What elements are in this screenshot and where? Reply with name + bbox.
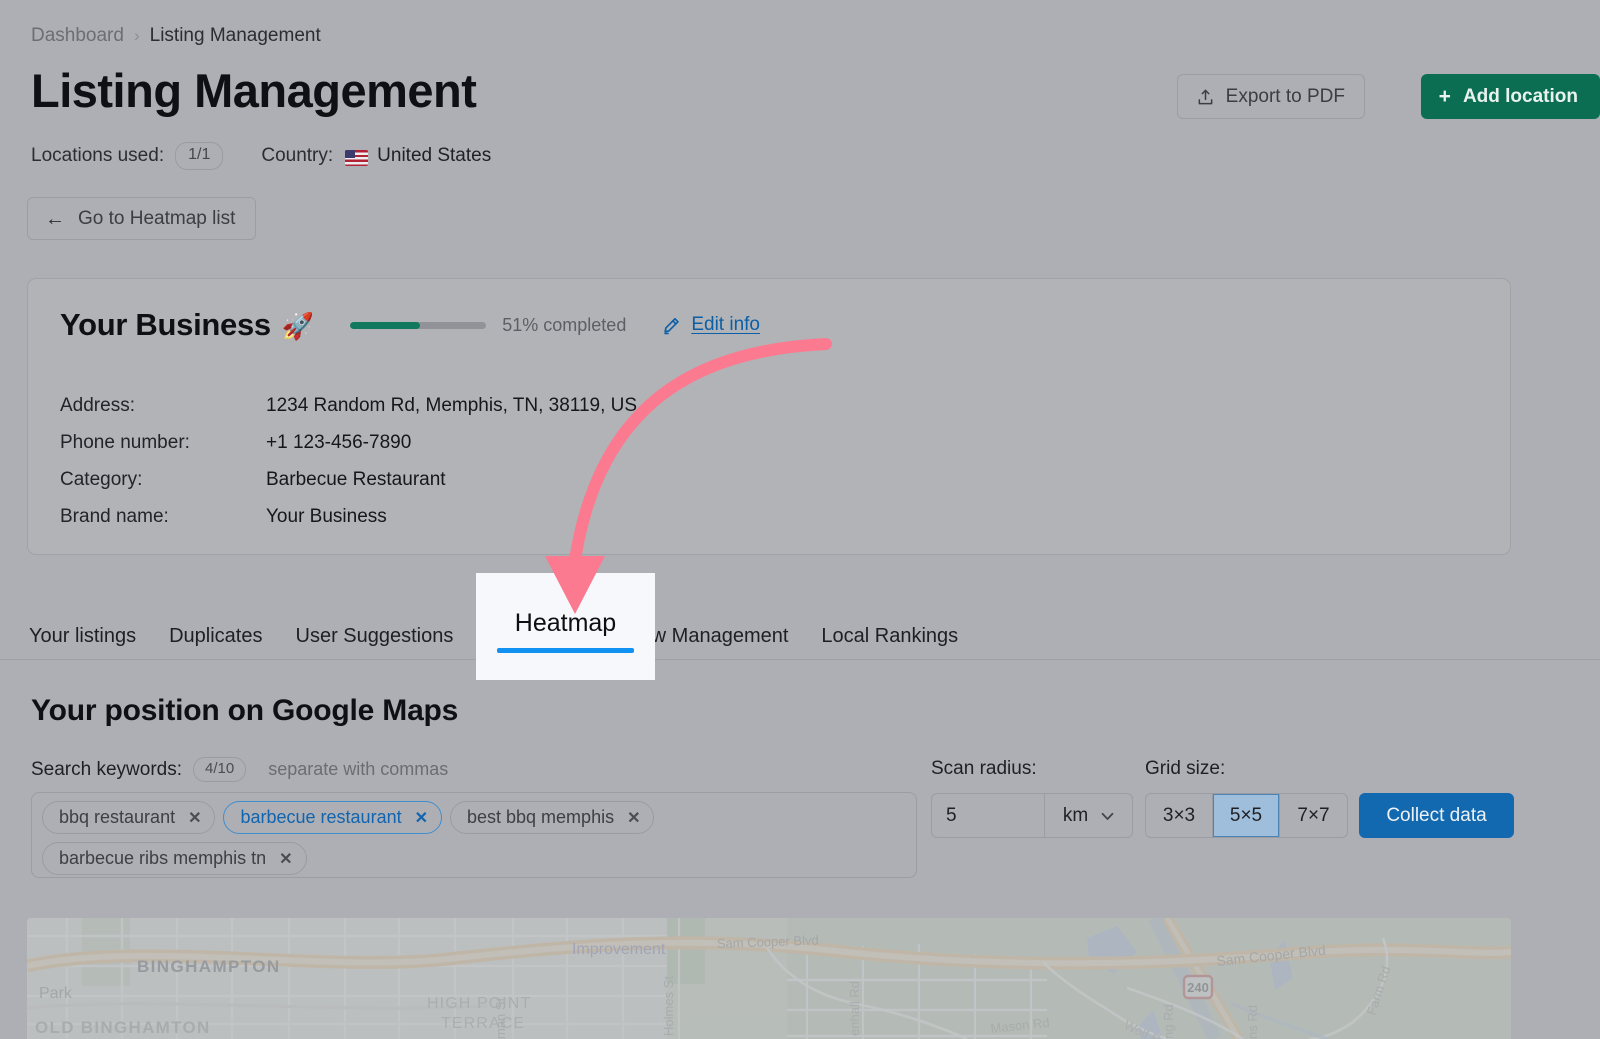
go-to-heatmap-list-label: Go to Heatmap list (78, 208, 235, 230)
country-group: Country: United States (261, 145, 491, 167)
business-card-header: Your Business 🚀 51% completed Edit info (60, 307, 760, 343)
heatmap-tab-spotlight[interactable]: Heatmap (476, 573, 655, 680)
grid-size-option-7x7[interactable]: 7×7 (1280, 794, 1347, 837)
add-location-button[interactable]: + Add location (1421, 74, 1600, 119)
table-row: Category: Barbecue Restaurant (60, 461, 637, 498)
address-value: 1234 Random Rd, Memphis, TN, 38119, US (266, 387, 637, 424)
profile-completeness-progress (350, 322, 486, 329)
business-details-table: Address: 1234 Random Rd, Memphis, TN, 38… (60, 387, 637, 535)
country-label: Country: (261, 145, 333, 167)
locations-used-badge: 1/1 (175, 142, 223, 170)
search-keywords-hint: separate with commas (268, 759, 448, 780)
category-label: Category: (60, 461, 266, 498)
remove-keyword-icon[interactable]: ✕ (415, 808, 428, 828)
svg-text:BINGHAMPTON: BINGHAMPTON (137, 957, 281, 976)
google-maps-preview[interactable]: 240 BINGHAMPTON OLD BINGHAMTON Park HIGH… (27, 918, 1511, 1039)
upload-icon (1197, 88, 1214, 106)
add-location-label: Add location (1463, 86, 1578, 108)
keyword-chip[interactable]: barbecue restaurant ✕ (223, 801, 442, 834)
address-label: Address: (60, 387, 266, 424)
grid-size-option-3x3[interactable]: 3×3 (1146, 794, 1213, 837)
svg-text:Holmes St: Holmes St (661, 976, 676, 1036)
collect-data-button[interactable]: Collect data (1359, 793, 1514, 838)
scan-radius-unit-select[interactable]: km (1044, 793, 1133, 838)
scan-radius-group: km (931, 793, 1133, 838)
tab-your-listings[interactable]: Your listings (29, 625, 136, 648)
tab-local-rankings[interactable]: Local Rankings (821, 625, 958, 648)
edit-info-label: Edit info (691, 314, 760, 336)
table-row: Address: 1234 Random Rd, Memphis, TN, 38… (60, 387, 637, 424)
search-keywords-header: Search keywords: 4/10 separate with comm… (31, 757, 448, 782)
go-to-heatmap-list-button[interactable]: ← Go to Heatmap list (27, 197, 256, 240)
keyword-chip-label: bbq restaurant (59, 807, 175, 828)
keyword-chip-label: barbecue restaurant (240, 807, 401, 828)
edit-info-link[interactable]: Edit info (662, 314, 760, 336)
keyword-chip[interactable]: bbq restaurant ✕ (42, 801, 215, 834)
remove-keyword-icon[interactable]: ✕ (188, 808, 201, 828)
grid-size-label: Grid size: (1145, 758, 1225, 780)
svg-text:Park: Park (39, 985, 73, 1002)
tab-duplicates[interactable]: Duplicates (169, 625, 262, 648)
us-flag-icon (345, 150, 368, 166)
table-row: Brand name: Your Business (60, 498, 637, 535)
search-keywords-count-badge: 4/10 (193, 757, 246, 782)
profile-completeness-label: 51% completed (502, 315, 626, 336)
heatmap-panel-title: Your position on Google Maps (31, 694, 458, 728)
phone-value: +1 123-456-7890 (266, 424, 411, 461)
grid-size-group: 3×3 5×5 7×7 (1145, 793, 1348, 838)
brand-name-label: Brand name: (60, 498, 266, 535)
keyword-chip[interactable]: best bbq memphis ✕ (450, 801, 654, 834)
arrow-left-icon: ← (45, 209, 65, 229)
keyword-chip[interactable]: barbecue ribs memphis tn ✕ (42, 842, 307, 875)
remove-keyword-icon[interactable]: ✕ (279, 849, 292, 869)
page-title: Listing Management (31, 63, 476, 119)
rocket-icon: 🚀 (282, 311, 314, 342)
search-keywords-label: Search keywords: (31, 759, 182, 781)
breadcrumb-link-dashboard[interactable]: Dashboard (31, 25, 124, 47)
scan-radius-input[interactable] (931, 793, 1044, 838)
breadcrumb: Dashboard › Listing Management (31, 25, 321, 47)
grid-size-option-5x5[interactable]: 5×5 (1213, 794, 1280, 837)
svg-text:HIGH POINT: HIGH POINT (427, 995, 531, 1012)
search-keywords-input[interactable]: bbq restaurant ✕ barbecue restaurant ✕ b… (31, 792, 917, 878)
svg-text:enhall Rd: enhall Rd (847, 981, 862, 1036)
remove-keyword-icon[interactable]: ✕ (627, 808, 640, 828)
heatmap-tab-spotlight-label: Heatmap (476, 609, 655, 638)
scan-radius-label: Scan radius: (931, 758, 1037, 780)
business-info-card: Your Business 🚀 51% completed Edit info … (27, 278, 1511, 555)
chevron-right-icon: › (134, 27, 140, 44)
breadcrumb-current: Listing Management (150, 25, 321, 47)
tab-bar: Your listings Duplicates User Suggestion… (0, 612, 1600, 660)
brand-name-value: Your Business (266, 498, 387, 535)
phone-label: Phone number: (60, 424, 266, 461)
export-to-pdf-label: Export to PDF (1226, 86, 1345, 108)
plus-icon: + (1439, 86, 1451, 107)
profile-completeness-fill (350, 322, 419, 329)
table-row: Phone number: +1 123-456-7890 (60, 424, 637, 461)
svg-text:240: 240 (1187, 980, 1209, 995)
map-canvas: 240 BINGHAMPTON OLD BINGHAMTON Park HIGH… (27, 918, 1511, 1039)
scan-radius-unit-label: km (1063, 805, 1088, 827)
svg-text:TERRACE: TERRACE (441, 1015, 525, 1032)
export-to-pdf-button[interactable]: Export to PDF (1177, 74, 1365, 119)
category-value: Barbecue Restaurant (266, 461, 446, 498)
svg-text:man St: man St (493, 997, 508, 1039)
svg-text:OLD BINGHAMTON: OLD BINGHAMTON (35, 1018, 211, 1037)
chevron-down-icon (1101, 805, 1114, 827)
header-meta-row: Locations used: 1/1 Country: United Stat… (31, 142, 491, 170)
tab-user-suggestions[interactable]: User Suggestions (296, 625, 454, 648)
svg-text:ns Rd: ns Rd (1245, 1005, 1260, 1039)
business-name: Your Business (60, 307, 271, 343)
heatmap-tab-active-underline (497, 648, 634, 653)
keyword-chip-label: barbecue ribs memphis tn (59, 848, 266, 869)
keyword-chip-label: best bbq memphis (467, 807, 614, 828)
locations-used-label: Locations used: (31, 145, 164, 167)
pencil-icon (662, 316, 681, 335)
svg-text:Improvement: Improvement (572, 941, 666, 958)
country-value: United States (377, 145, 491, 167)
